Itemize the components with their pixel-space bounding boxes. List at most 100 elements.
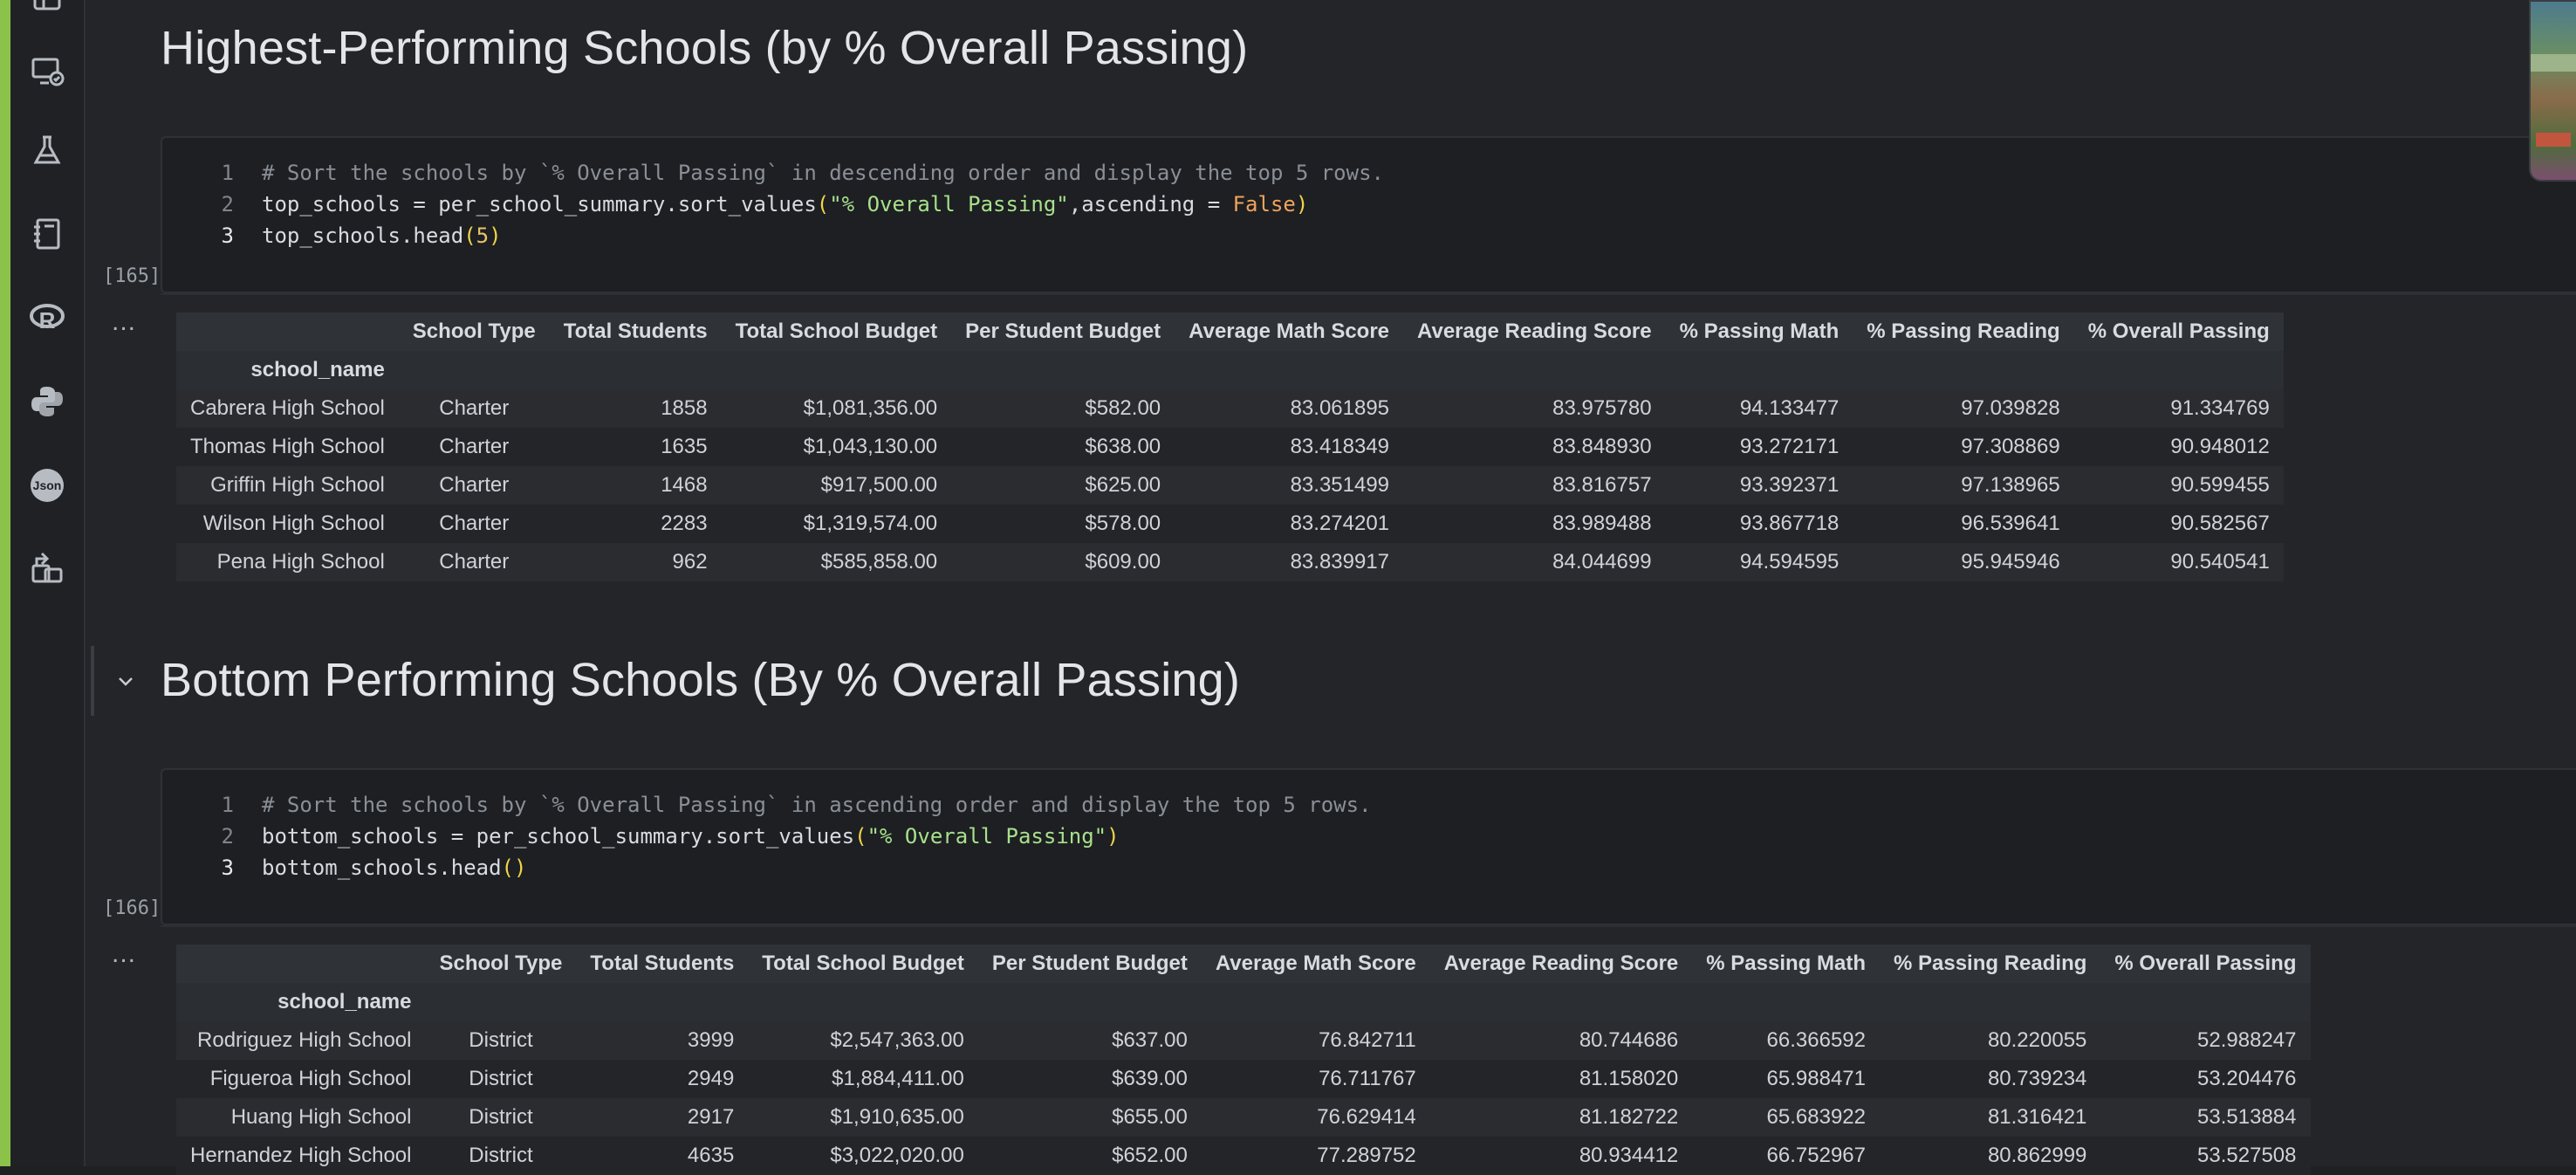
table-cell: 66.366592 [1766, 1028, 1866, 1052]
table-header-row: School Type Total Students Total School … [176, 945, 2311, 983]
table-cell: $578.00 [1085, 512, 1161, 535]
notebook-icon[interactable] [30, 216, 65, 251]
extensions-icon[interactable] [30, 550, 65, 585]
col-header: Average Math Score [1175, 313, 1404, 351]
col-header: Average Reading Score [1403, 313, 1666, 351]
table-row: Pena High School Charter 962 $585,858.00 $60… [176, 543, 2284, 581]
output-menu-ellipsis[interactable]: ... [112, 939, 136, 969]
col-header: Average Reading Score [1429, 945, 1693, 983]
code-line: 2 top_schools = per_school_summary.sort_v… [221, 192, 1309, 216]
col-header: % Passing Reading [1880, 945, 2101, 983]
col-header: % Overall Passing [2100, 945, 2311, 983]
table-cell: 76.842711 [1319, 1028, 1416, 1052]
table-cell: $1,043,130.00 [803, 435, 938, 458]
output-menu-ellipsis[interactable]: ... [112, 307, 136, 337]
table-cell: 962 [672, 550, 708, 574]
table-cell: 1858 [661, 396, 708, 420]
row-index-label: Wilson High School [202, 512, 385, 535]
table-cell: 90.948012 [2170, 435, 2270, 458]
table-row: Cabrera High School Charter 1858 $1,081,356… [176, 389, 2284, 428]
code-line: 2 bottom_schools = per_school_summary.sor… [221, 824, 1120, 849]
table-cell: Charter [439, 473, 510, 497]
json-icon-label: Json [33, 478, 62, 492]
table-cell: 83.418349 [1290, 435, 1390, 458]
code-line: 1 # Sort the schools by `% Overall Passin… [221, 793, 1372, 817]
col-header: Total Students [576, 945, 749, 983]
table-cell: 53.527508 [2197, 1144, 2297, 1167]
table-cell: 97.308869 [1961, 435, 2060, 458]
section-heading-top: Highest-Performing Schools (by % Overall… [161, 22, 1249, 74]
table-cell: District [469, 1144, 533, 1167]
table-cell: 4635 [687, 1144, 735, 1167]
col-header: % Passing Math [1665, 313, 1853, 351]
col-header: % Overall Passing [2073, 313, 2284, 351]
table-cell: 93.272171 [1739, 435, 1840, 458]
code-cell-bottom[interactable]: 1 # Sort the schools by `% Overall Passin… [161, 768, 2576, 925]
notebook-editor: Highest-Performing Schools (by % Overall… [86, 0, 2576, 1175]
remote-explorer-icon[interactable] [30, 54, 65, 89]
table-cell: 83.848930 [1552, 435, 1652, 458]
table-cell: 53.204476 [2197, 1067, 2297, 1090]
col-header: Total School Budget [748, 945, 978, 983]
table-cell: 65.988471 [1766, 1067, 1866, 1090]
col-header: % Passing Math [1692, 945, 1880, 983]
table-header-row: School Type Total Students Total School … [176, 313, 2284, 351]
table-row: Wilson High School Charter 2283 $1,319,574.… [176, 505, 2284, 543]
window-accent-edge [0, 0, 10, 1166]
code-line-active: 3 bottom_schools.head() [221, 855, 527, 880]
table-row: Hernandez High School District 4635 $3,022,… [176, 1137, 2311, 1175]
window-thumbnail-image[interactable] [2529, 0, 2576, 182]
table-cell: $637.00 [1112, 1028, 1188, 1052]
table-cell: 65.683922 [1766, 1105, 1866, 1129]
table-cell: Charter [439, 396, 510, 420]
table-row: Huang High School District 2917 $1,910,635.… [176, 1098, 2311, 1137]
table-cell: Charter [439, 550, 510, 574]
chevron-down-icon[interactable] [115, 670, 136, 691]
execution-count-top: [165] [103, 265, 161, 287]
table-cell: $1,319,574.00 [803, 512, 938, 535]
table-cell: District [469, 1105, 533, 1129]
r-language-icon[interactable]: R [30, 300, 65, 335]
row-index-label: Huang High School [230, 1105, 412, 1129]
table-index-name-row: school_name [176, 983, 2311, 1021]
row-index-label: Figueroa High School [209, 1067, 412, 1090]
table-cell: 83.274201 [1290, 512, 1390, 535]
row-index-label: Pena High School [216, 550, 385, 574]
testing-flask-icon[interactable] [30, 133, 65, 168]
table-cell: $1,910,635.00 [830, 1105, 964, 1129]
table-cell: 94.594595 [1739, 550, 1840, 574]
cell-focus-indicator [91, 646, 94, 716]
table-cell: 90.540541 [2170, 550, 2270, 574]
table-cell: $655.00 [1112, 1105, 1188, 1129]
table-cell: 83.351499 [1290, 473, 1390, 497]
row-index-label: Hernandez High School [190, 1144, 412, 1167]
table-cell: 81.316421 [1987, 1105, 2087, 1129]
python-icon[interactable] [30, 384, 65, 419]
table-cell: $917,500.00 [820, 473, 938, 497]
table-cell: 2917 [687, 1105, 735, 1129]
table-cell: $582.00 [1085, 396, 1161, 420]
table-cell: 2283 [661, 512, 708, 535]
table-cell: 80.220055 [1987, 1028, 2087, 1052]
section-heading-bottom: Bottom Performing Schools (By % Overall … [161, 654, 1241, 706]
table-cell: 2949 [687, 1067, 735, 1090]
table-cell: 66.752967 [1766, 1144, 1866, 1167]
table-row: Figueroa High School District 2949 $1,884,4… [176, 1060, 2311, 1098]
table-cell: 83.061895 [1290, 396, 1390, 420]
col-header: Total School Budget [721, 313, 952, 351]
json-icon[interactable]: Json [30, 468, 65, 503]
table-cell: 90.599455 [2170, 473, 2270, 497]
table-cell: 80.862999 [1987, 1144, 2087, 1167]
col-header: % Passing Reading [1853, 313, 2074, 351]
table-cell: Charter [439, 512, 510, 535]
index-name: school_name [176, 983, 426, 1021]
partial-panel-icon[interactable] [30, 0, 65, 17]
table-cell: District [469, 1028, 533, 1052]
row-index-label: Cabrera High School [190, 396, 385, 420]
table-cell: 94.133477 [1739, 396, 1840, 420]
table-cell: 1468 [661, 473, 708, 497]
code-cell-top[interactable]: 1 # Sort the schools by `% Overall Passin… [161, 136, 2576, 293]
activity-bar: R Json [10, 0, 86, 1166]
table-cell: 80.739234 [1987, 1067, 2087, 1090]
col-header: Total Students [549, 313, 722, 351]
